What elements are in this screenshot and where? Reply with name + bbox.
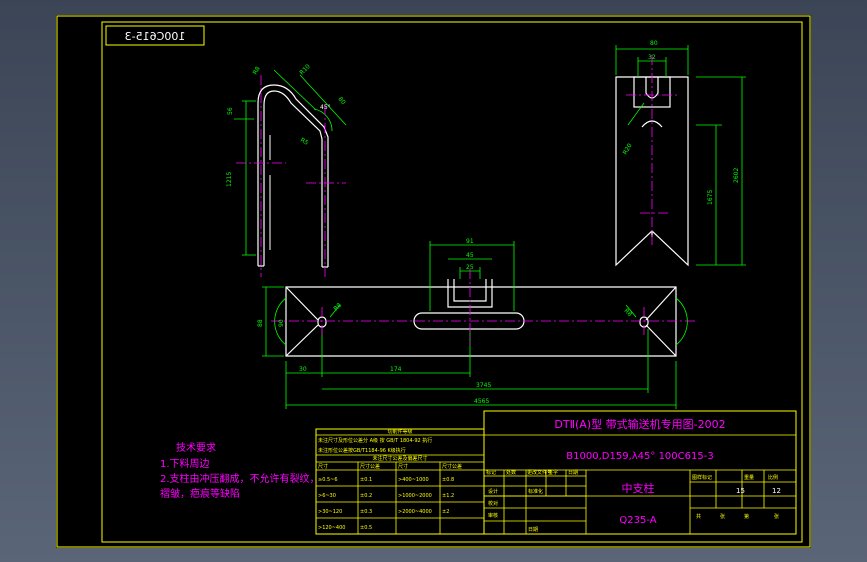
tol-col-header: 尺寸公差: [442, 463, 462, 470]
sheet-of-label-2: 张: [774, 513, 779, 520]
drawing-number-stamp-text: 100C615-3: [125, 30, 186, 43]
rev-header-4: 日期: [568, 470, 578, 476]
rev-header-1: 处数: [506, 469, 516, 476]
engineering-drawing: 100C615-3 R8 R10 80 45° R5 56 1215 80 32…: [56, 15, 811, 548]
tech-notes-line-3: 褶皱，疤痕等缺陷: [160, 487, 240, 500]
tech-notes: 技术要求 1.下料周边 2.支柱由冲压翻成，不允许有裂纹， 褶皱，疤痕等缺陷: [160, 441, 320, 500]
tol-note-1: 未注尺寸及形位公差分 A级 按 GB/T 1804-92 执行: [318, 437, 432, 444]
tol-cell: ≥0.5~6: [318, 477, 338, 483]
sheet-of-label: 第: [744, 513, 749, 520]
tol-cell: >2000~4000: [398, 509, 432, 515]
sheet-count: 15: [736, 487, 745, 495]
dim-plan-6: 90: [278, 319, 285, 327]
dim-side-2: R20: [622, 142, 634, 156]
tol-header: 切削件等级: [387, 428, 412, 435]
tol-col-header: 尺寸: [318, 463, 328, 470]
dim-bent-1: R10: [298, 63, 311, 76]
series-title: DTⅡ(A)型 带式输送机专用图-2002: [554, 417, 725, 431]
scale-label: 比例: [768, 474, 778, 481]
sheet-total-label: 共: [696, 513, 701, 520]
dim-side-1: 32: [648, 54, 656, 61]
tol-cell: ±0.5: [360, 525, 372, 531]
tol-note-2: 未注形位公差按GB/T1184-96 K级执行: [318, 447, 406, 454]
tol-cell: >1000~2000: [398, 493, 432, 499]
dim-side-3: 2602: [733, 168, 740, 183]
drawing-number-stamp: 100C615-3: [105, 25, 205, 46]
bent-part-outline-inner: [263, 90, 323, 267]
tol-cell: ±0.8: [442, 477, 454, 483]
title-block: DTⅡ(A)型 带式输送机专用图-2002 B1000,D159,λ45° 10…: [483, 410, 797, 535]
sign-row-2: 审核: [488, 512, 498, 519]
dim-plan-8: 30: [299, 366, 307, 373]
dim-bent-0: R8: [252, 65, 262, 76]
tol-col-header: 尺寸公差: [360, 463, 380, 470]
dim-side-4: 1675: [707, 190, 714, 205]
weight-label: 重量: [744, 474, 754, 481]
approve-label-2: 日期: [528, 527, 538, 533]
bent-part-outline-outer: [257, 84, 329, 267]
dim-bent-3: 45°: [320, 104, 331, 111]
bent-part-view: [257, 84, 329, 268]
approve-label: 标准化: [528, 488, 543, 495]
sign-row-1: 校对: [488, 500, 498, 507]
plan-part-view: [285, 279, 677, 357]
material: Q235-A: [619, 515, 656, 526]
dim-plan-7: 174: [390, 366, 402, 373]
cad-viewport[interactable]: 100C615-3 R8 R10 80 45° R5 56 1215 80 32…: [56, 15, 811, 548]
tol-cell: ±0.1: [360, 477, 372, 483]
tol-cell: ±0.2: [360, 493, 372, 499]
tech-notes-line-2: 2.支柱由冲压翻成，不允许有裂纹，: [160, 472, 320, 485]
dim-plan-10: 4565: [474, 398, 489, 405]
tol-col-header: 尺寸: [398, 463, 408, 470]
dim-plan-4: R8: [623, 307, 634, 318]
tol-cell: >30~120: [318, 509, 342, 515]
tol-cell: >120~400: [318, 525, 345, 531]
dim-bent-5: 56: [227, 107, 234, 115]
stage-label: 图样标记: [692, 474, 712, 481]
tol-cell: ±0.3: [360, 509, 372, 515]
dim-plan-9: 3745: [476, 382, 491, 389]
scale-value: 12: [772, 487, 781, 495]
rev-header-3: 签字: [548, 469, 558, 476]
spec-line: B1000,D159,λ45° 100C615-3: [566, 451, 713, 462]
dim-plan-5: 88: [257, 319, 264, 327]
plan-part-outline: [285, 286, 677, 357]
tolerance-table: 切削件等级 未注尺寸及形位公差分 A级 按 GB/T 1804-92 执行 未注…: [315, 428, 485, 535]
tech-notes-title: 技术要求: [176, 441, 216, 454]
dim-plan-1: 45: [466, 252, 474, 259]
tol-subheader: 未注尺寸公差及偏差尺寸: [372, 455, 427, 462]
plan-part-dim-labels: 91 45 25 R8 R8 88 90 174 30 3745 4565: [257, 238, 633, 405]
part-name: 中支柱: [622, 481, 655, 495]
rev-header-0: 标记: [486, 469, 496, 476]
dim-bent-2: 80: [336, 96, 346, 106]
sign-row-0: 设计: [488, 488, 498, 495]
dim-bent-6: 1215: [226, 172, 233, 187]
dim-bent-4: R5: [299, 137, 310, 147]
side-part-dim-labels: 80 32 R20 2602 1675: [622, 40, 740, 205]
tol-cell: ±1.2: [442, 493, 454, 499]
tol-cell: >400~1000: [398, 477, 429, 483]
tech-notes-line-1: 1.下料周边: [160, 457, 210, 470]
bent-part-dimensions: [234, 69, 347, 256]
dim-plan-0: 91: [466, 238, 474, 245]
sheet-label: 张: [720, 513, 725, 520]
side-part-dimensions: [615, 45, 746, 266]
dim-side-0: 80: [650, 40, 658, 47]
dim-plan-2: 25: [466, 264, 474, 271]
tol-cell: >6~30: [318, 493, 336, 499]
dim-plan-3: R8: [332, 302, 343, 313]
tol-cell: ±2: [442, 509, 449, 515]
